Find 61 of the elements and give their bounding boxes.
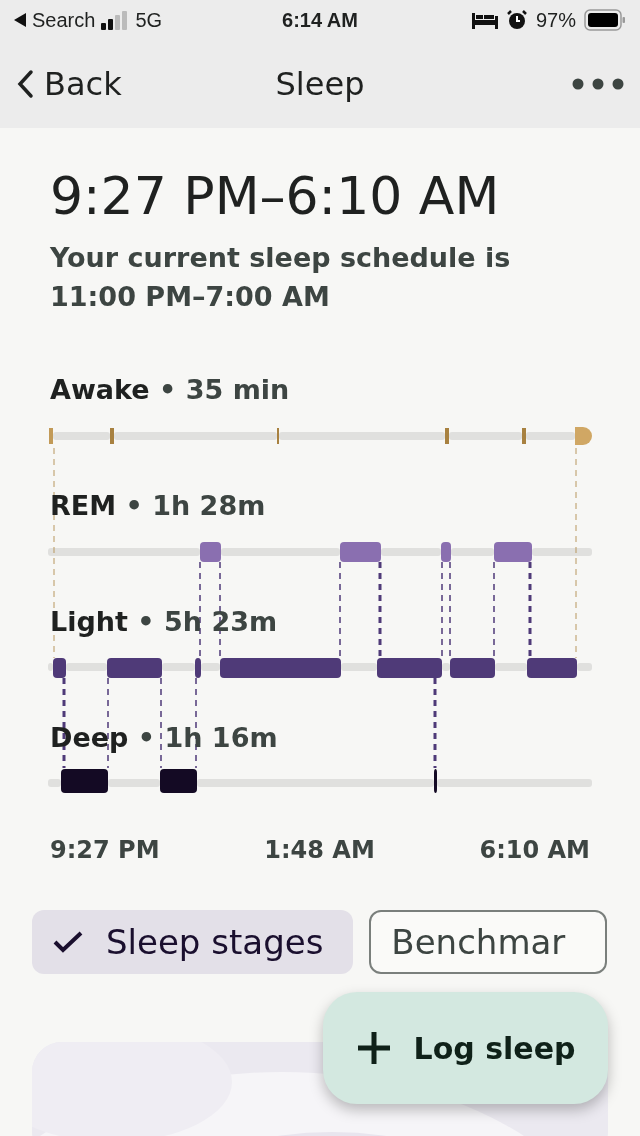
stage-label: Awake • 35 min bbox=[50, 373, 290, 405]
stage-label: Light • 5h 23m bbox=[50, 605, 278, 637]
time-axis-label: 1:48 AM bbox=[264, 836, 375, 864]
track-segment bbox=[108, 779, 160, 787]
time-axis-label: 9:27 PM bbox=[50, 836, 160, 864]
filter-chip[interactable]: Sleep stages bbox=[32, 910, 354, 974]
track-segment bbox=[53, 432, 110, 440]
awake-marker bbox=[49, 428, 53, 444]
light-segment bbox=[377, 658, 442, 678]
awake-marker bbox=[522, 428, 526, 444]
filter-chip[interactable]: Benchmar bbox=[369, 910, 608, 974]
track-segment bbox=[442, 663, 450, 671]
deep-segment bbox=[61, 769, 108, 793]
light-segment bbox=[107, 658, 162, 678]
track-segment bbox=[451, 548, 494, 556]
awake-marker bbox=[110, 428, 114, 444]
track-segment bbox=[162, 663, 195, 671]
check-icon bbox=[52, 930, 84, 954]
awake-marker bbox=[575, 427, 592, 445]
track-segment bbox=[48, 663, 53, 671]
rem-segment bbox=[441, 542, 451, 562]
track-segment bbox=[201, 663, 220, 671]
chevron-left-icon[interactable] bbox=[16, 69, 34, 99]
back-button[interactable]: Back bbox=[16, 65, 122, 103]
track-segment bbox=[495, 663, 527, 671]
alarm-icon bbox=[505, 9, 528, 31]
screen-title: Sleep bbox=[275, 65, 365, 103]
battery-icon bbox=[584, 9, 626, 31]
deep-segment bbox=[160, 769, 197, 793]
deep-segment bbox=[434, 769, 437, 793]
track-segment bbox=[341, 663, 377, 671]
signal-icon bbox=[101, 10, 130, 30]
track-segment bbox=[526, 432, 575, 440]
stage-label: Deep • 1h 16m bbox=[50, 721, 278, 753]
back-arrow-icon[interactable] bbox=[14, 13, 26, 27]
back-app-label[interactable]: Search bbox=[32, 8, 96, 32]
light-segment bbox=[53, 658, 66, 678]
log-sleep-button[interactable]: Log sleep bbox=[323, 992, 608, 1104]
stage-label: REM • 1h 28m bbox=[50, 489, 266, 521]
light-segment bbox=[195, 658, 201, 678]
track-segment bbox=[577, 663, 592, 671]
track-segment bbox=[48, 779, 61, 787]
track-segment bbox=[381, 548, 441, 556]
awake-marker bbox=[445, 428, 449, 444]
rem-segment bbox=[340, 542, 381, 562]
awake-marker bbox=[277, 428, 279, 444]
plus-icon bbox=[355, 1030, 392, 1066]
bed-icon bbox=[471, 11, 498, 29]
track-segment bbox=[532, 548, 592, 556]
time-axis-label: 6:10 AM bbox=[479, 836, 590, 864]
light-segment bbox=[450, 658, 495, 678]
light-segment bbox=[527, 658, 577, 678]
network-label: 5G bbox=[135, 8, 163, 32]
track-segment bbox=[66, 663, 107, 671]
battery-percent: 97% bbox=[535, 8, 576, 32]
rem-segment bbox=[200, 542, 221, 562]
rem-segment bbox=[494, 542, 532, 562]
sleep-schedule-text: Your current sleep schedule is 11:00 PM–7:00 AM bbox=[50, 241, 512, 314]
more-icon[interactable] bbox=[572, 78, 624, 90]
sleep-time-range: 9:27 PM–6:10 AM bbox=[50, 165, 501, 228]
clock: 6:14 AM bbox=[282, 8, 358, 31]
